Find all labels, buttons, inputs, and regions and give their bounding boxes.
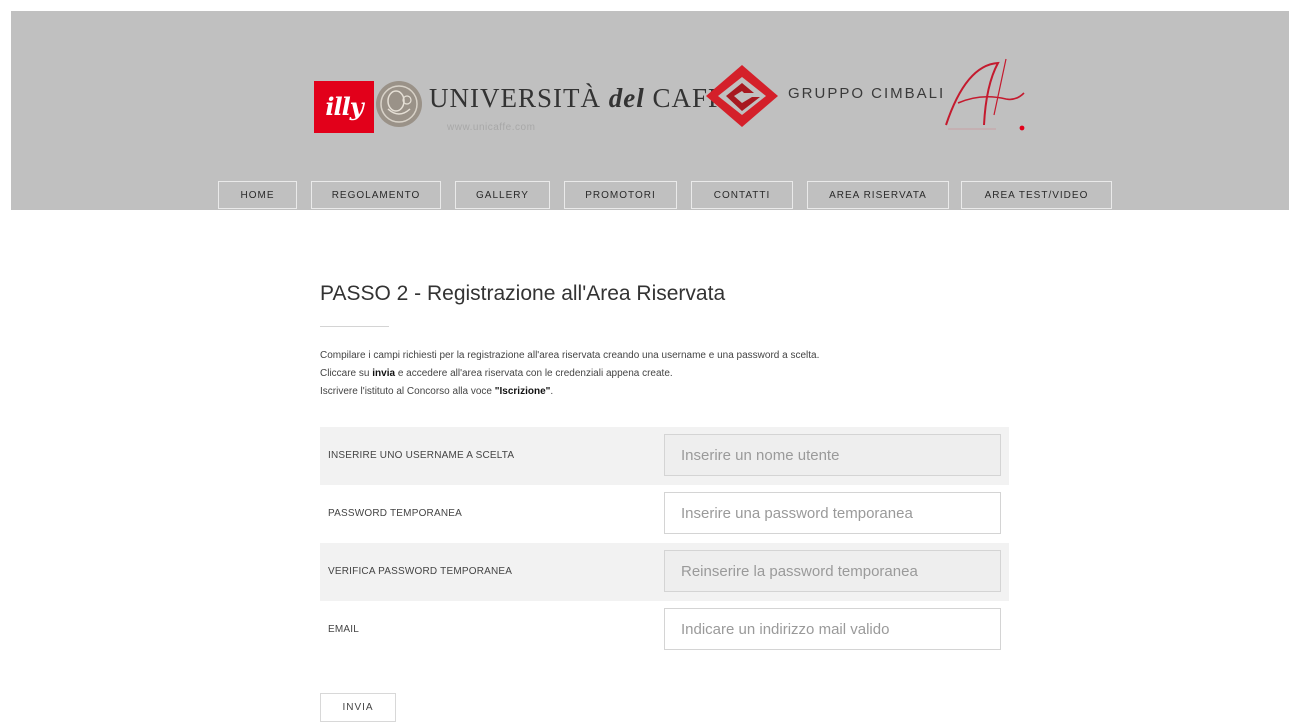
intro-line-2: Cliccare su invia e accedere all'area ri… [320,365,819,383]
verify-password-input[interactable] [664,550,1001,592]
sponsor-logos: illy UNIVERSITÀ del CAFFÈ www.unicaffe.c… [11,11,1289,151]
universita-text: UNIVERSITÀ [429,83,601,113]
intro-iscrizione-emphasis: "Iscrizione" [494,386,551,397]
nav-promotori[interactable]: PROMOTORI [564,181,677,209]
registration-form: INSERIRE UNO USERNAME A SCELTA PASSWORD … [320,427,1009,659]
del-text: del [608,83,645,113]
form-row-username: INSERIRE UNO USERNAME A SCELTA [320,427,1009,485]
main-nav: HOME REGOLAMENTO GALLERY PROMOTORI CONTA… [11,181,1289,211]
intro-line-3-a: Iscrivere l'istituto al Concorso alla vo… [320,386,495,397]
password-input[interactable] [664,492,1001,534]
site-header: illy UNIVERSITÀ del CAFFÈ www.unicaffe.c… [11,11,1289,210]
script-a-logo-icon[interactable] [936,55,1036,141]
nav-regolamento[interactable]: REGOLAMENTO [311,181,441,209]
email-label: EMAIL [328,624,360,635]
invia-button[interactable]: INVIA [320,693,396,722]
title-divider [320,326,389,327]
intro-line-2-a: Cliccare su [320,368,373,379]
intro-text: Compilare i campi richiesti per la regis… [320,347,819,401]
username-label: INSERIRE UNO USERNAME A SCELTA [328,450,515,461]
nav-gallery[interactable]: GALLERY [455,181,550,209]
form-row-verify-password: VERIFICA PASSWORD TEMPORANEA [320,543,1009,601]
email-input[interactable] [664,608,1001,650]
nav-area-riservata[interactable]: AREA RISERVATA [807,181,949,209]
intro-line-3: Iscrivere l'istituto al Concorso alla vo… [320,383,819,401]
nav-area-test-video[interactable]: AREA TEST/VIDEO [961,181,1112,209]
nav-contatti[interactable]: CONTATTI [691,181,793,209]
nav-home[interactable]: HOME [218,181,297,209]
universita-del-caffe-logo[interactable]: UNIVERSITÀ del CAFFÈ [429,83,742,114]
universita-emblem-icon [376,81,422,127]
universita-url: www.unicaffe.com [447,122,536,133]
intro-line-1: Compilare i campi richiesti per la regis… [320,350,820,361]
illy-logo[interactable]: illy [314,81,374,133]
cimbali-mark-icon [706,65,778,127]
page-title: PASSO 2 - Registrazione all'Area Riserva… [320,282,726,305]
intro-line-3-c: . [550,386,554,397]
form-row-password: PASSWORD TEMPORANEA [320,485,1009,543]
form-row-email: EMAIL [320,601,1009,659]
verify-password-label: VERIFICA PASSWORD TEMPORANEA [328,566,513,577]
intro-invia-emphasis: invia [372,368,396,379]
password-label: PASSWORD TEMPORANEA [328,508,463,519]
gruppo-cimbali-logo[interactable]: GRUPPO CIMBALI [788,85,945,102]
username-input[interactable] [664,434,1001,476]
intro-line-2-c: e accedere all'area riservata con le cre… [395,368,673,379]
